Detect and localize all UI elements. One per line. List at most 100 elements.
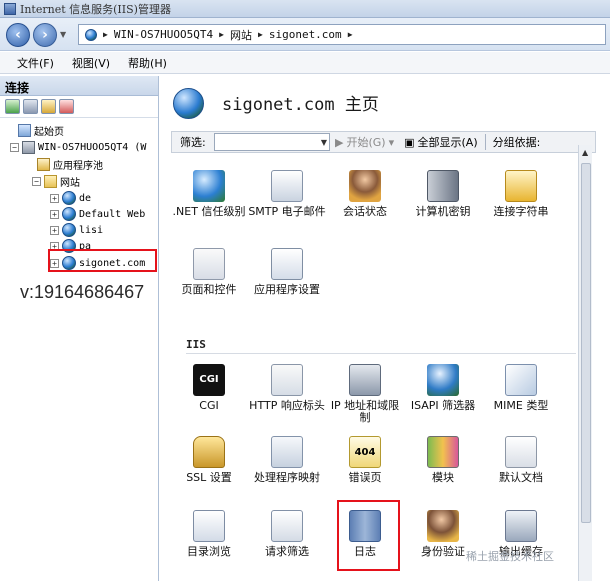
tree-item-app-pools[interactable]: 应用程序池 [37, 156, 103, 172]
connections-toolbar [0, 96, 158, 118]
expand-icon[interactable]: + [50, 193, 59, 203]
tree-label: 应用程序池 [53, 160, 103, 172]
feature-label: 计算机密钥 [415, 205, 471, 218]
feature-output-caching[interactable]: 输出缓存 [482, 510, 560, 581]
expand-icon[interactable]: + [50, 225, 59, 235]
feature-pages-controls[interactable]: 页面和控件 [170, 248, 248, 328]
tree-item-sites[interactable]: − 网站 [32, 173, 80, 189]
dropdown-arrow-icon: ▾ [388, 135, 395, 149]
error-pages-icon: 404 [349, 436, 381, 468]
feature-default-document[interactable]: 默认文档 [482, 436, 560, 516]
ssl-lock-icon [193, 436, 225, 468]
globe-icon [62, 223, 76, 237]
footer-watermark: 稀土掘金技术社区 [466, 550, 554, 563]
scrollbar-thumb[interactable] [581, 163, 591, 523]
menu-bar: 文件(F) 视图(V) 帮助(H) [0, 52, 610, 74]
connections-pane: 连接 起始页 − WIN-OS7HUOO5QT4 (W 应用程序池 − 网站 +… [0, 76, 159, 581]
mime-types-icon [505, 364, 537, 396]
feature-cgi[interactable]: CGI CGI [170, 364, 248, 444]
group-by-button[interactable]: 分组依据: [488, 134, 546, 150]
back-icon[interactable]: ‹ [6, 23, 30, 47]
show-all-button[interactable]: ▣ 全部显示(A) [399, 134, 483, 150]
watermark-text: v:19164686467 [20, 282, 145, 302]
expand-icon[interactable]: + [50, 209, 59, 219]
feature-ssl-settings[interactable]: SSL 设置 [170, 436, 248, 516]
feature-label: SSL 设置 [186, 471, 232, 484]
page-title: sigonet.com 主页 [222, 95, 379, 115]
show-all-icon: ▣ [404, 135, 415, 149]
window-title: Internet 信息服务(IIS)管理器 [20, 2, 171, 16]
up-folder-icon[interactable] [41, 99, 56, 114]
save-icon[interactable] [23, 99, 38, 114]
filter-input[interactable]: ▼ [214, 133, 330, 151]
feature-mime-types[interactable]: MIME 类型 [482, 364, 560, 444]
menu-help[interactable]: 帮助(H) [128, 55, 167, 71]
tree-item-site-default[interactable]: + Default Web [50, 206, 145, 222]
breadcrumb-sites[interactable]: 网站 [230, 27, 252, 43]
tree-item-start-page[interactable]: 起始页 [18, 122, 64, 138]
tree-label: 起始页 [34, 126, 64, 138]
page-header: sigonet.com 主页 [160, 76, 610, 128]
feature-label: 连接字符串 [493, 205, 549, 218]
delete-connection-icon[interactable] [59, 99, 74, 114]
menu-view[interactable]: 视图(V) [72, 55, 110, 71]
logging-highlight-box [337, 500, 400, 571]
http-headers-icon [271, 364, 303, 396]
default-document-icon [505, 436, 537, 468]
collapse-icon[interactable]: − [10, 142, 19, 152]
show-all-label: 全部显示(A) [417, 136, 478, 149]
vertical-scrollbar[interactable]: ▲ [578, 145, 592, 581]
iis-app-icon [4, 2, 16, 15]
directory-browsing-icon [193, 510, 225, 542]
sigonet-highlight-box [48, 249, 157, 272]
start-filter-icon: ▶ [335, 135, 344, 149]
tree-item-site-lisi[interactable]: + lisi [50, 222, 103, 238]
feature-connection-strings[interactable]: 连接字符串 [482, 170, 560, 250]
feature-label: 会话状态 [343, 205, 387, 218]
connections-title: 连接 [0, 76, 158, 96]
features-view: sigonet.com 主页 筛选: ▼ ▶ 开始(G) ▾ ▣ 全部显示(A)… [160, 76, 610, 581]
feature-authentication[interactable]: 身份验证 [404, 510, 482, 581]
feature-machine-key[interactable]: 计算机密钥 [404, 170, 482, 250]
feature-directory-browsing[interactable]: 目录浏览 [170, 510, 248, 581]
breadcrumb-site[interactable]: sigonet.com [269, 28, 342, 41]
title-bar: Internet 信息服务(IIS)管理器 [0, 0, 610, 18]
address-bar[interactable]: ▶ WIN-OS7HUOO5QT4 ▶ 网站 ▶ sigonet.com ▶ [78, 24, 606, 45]
feature-trust-level[interactable]: .NET 信任级别 [170, 170, 248, 250]
feature-ip-restrictions[interactable]: IP 地址和域限制 [326, 364, 404, 444]
scroll-up-icon[interactable]: ▲ [582, 148, 588, 157]
feature-isapi-filters[interactable]: ISAPI 筛选器 [404, 364, 482, 444]
feature-label: 应用程序设置 [254, 283, 320, 296]
tree-item-site-de[interactable]: + de [50, 190, 91, 206]
feature-http-headers[interactable]: HTTP 响应标头 [248, 364, 326, 444]
feature-label: HTTP 响应标头 [249, 399, 325, 412]
app-pool-icon [37, 157, 50, 171]
feature-app-settings[interactable]: 应用程序设置 [248, 248, 326, 328]
breadcrumb-separator-icon: ▶ [103, 30, 108, 39]
feature-session-state[interactable]: 会话状态 [326, 170, 404, 250]
tree-label: de [79, 192, 92, 204]
history-dropdown-icon[interactable]: ▼ [60, 30, 66, 39]
feature-request-filtering[interactable]: 请求筛选 [248, 510, 326, 581]
feature-label: ISAPI 筛选器 [410, 399, 476, 412]
menu-file[interactable]: 文件(F) [17, 55, 54, 71]
tree-item-server[interactable]: − WIN-OS7HUOO5QT4 (W [10, 139, 146, 155]
breadcrumb-server[interactable]: WIN-OS7HUOO5QT4 [114, 28, 213, 41]
forward-icon[interactable]: › [33, 23, 57, 47]
pages-controls-icon [193, 248, 225, 280]
feature-handler-mappings[interactable]: 处理程序映射 [248, 436, 326, 516]
start-filter-button[interactable]: ▶ 开始(G) ▾ [330, 134, 399, 150]
collapse-icon[interactable]: − [32, 176, 41, 186]
machine-key-icon [427, 170, 459, 202]
connect-icon[interactable] [5, 99, 20, 114]
smtp-email-icon [271, 170, 303, 202]
feature-modules[interactable]: 模块 [404, 436, 482, 516]
start-filter-label: 开始(G) [346, 136, 386, 149]
sites-folder-icon [44, 174, 57, 188]
tree-label: Default Web [79, 208, 146, 220]
output-caching-icon [505, 510, 537, 542]
site-globe-icon [173, 88, 204, 119]
feature-smtp-email[interactable]: SMTP 电子邮件 [248, 170, 326, 250]
modules-icon [427, 436, 459, 468]
feature-label: MIME 类型 [493, 399, 549, 412]
